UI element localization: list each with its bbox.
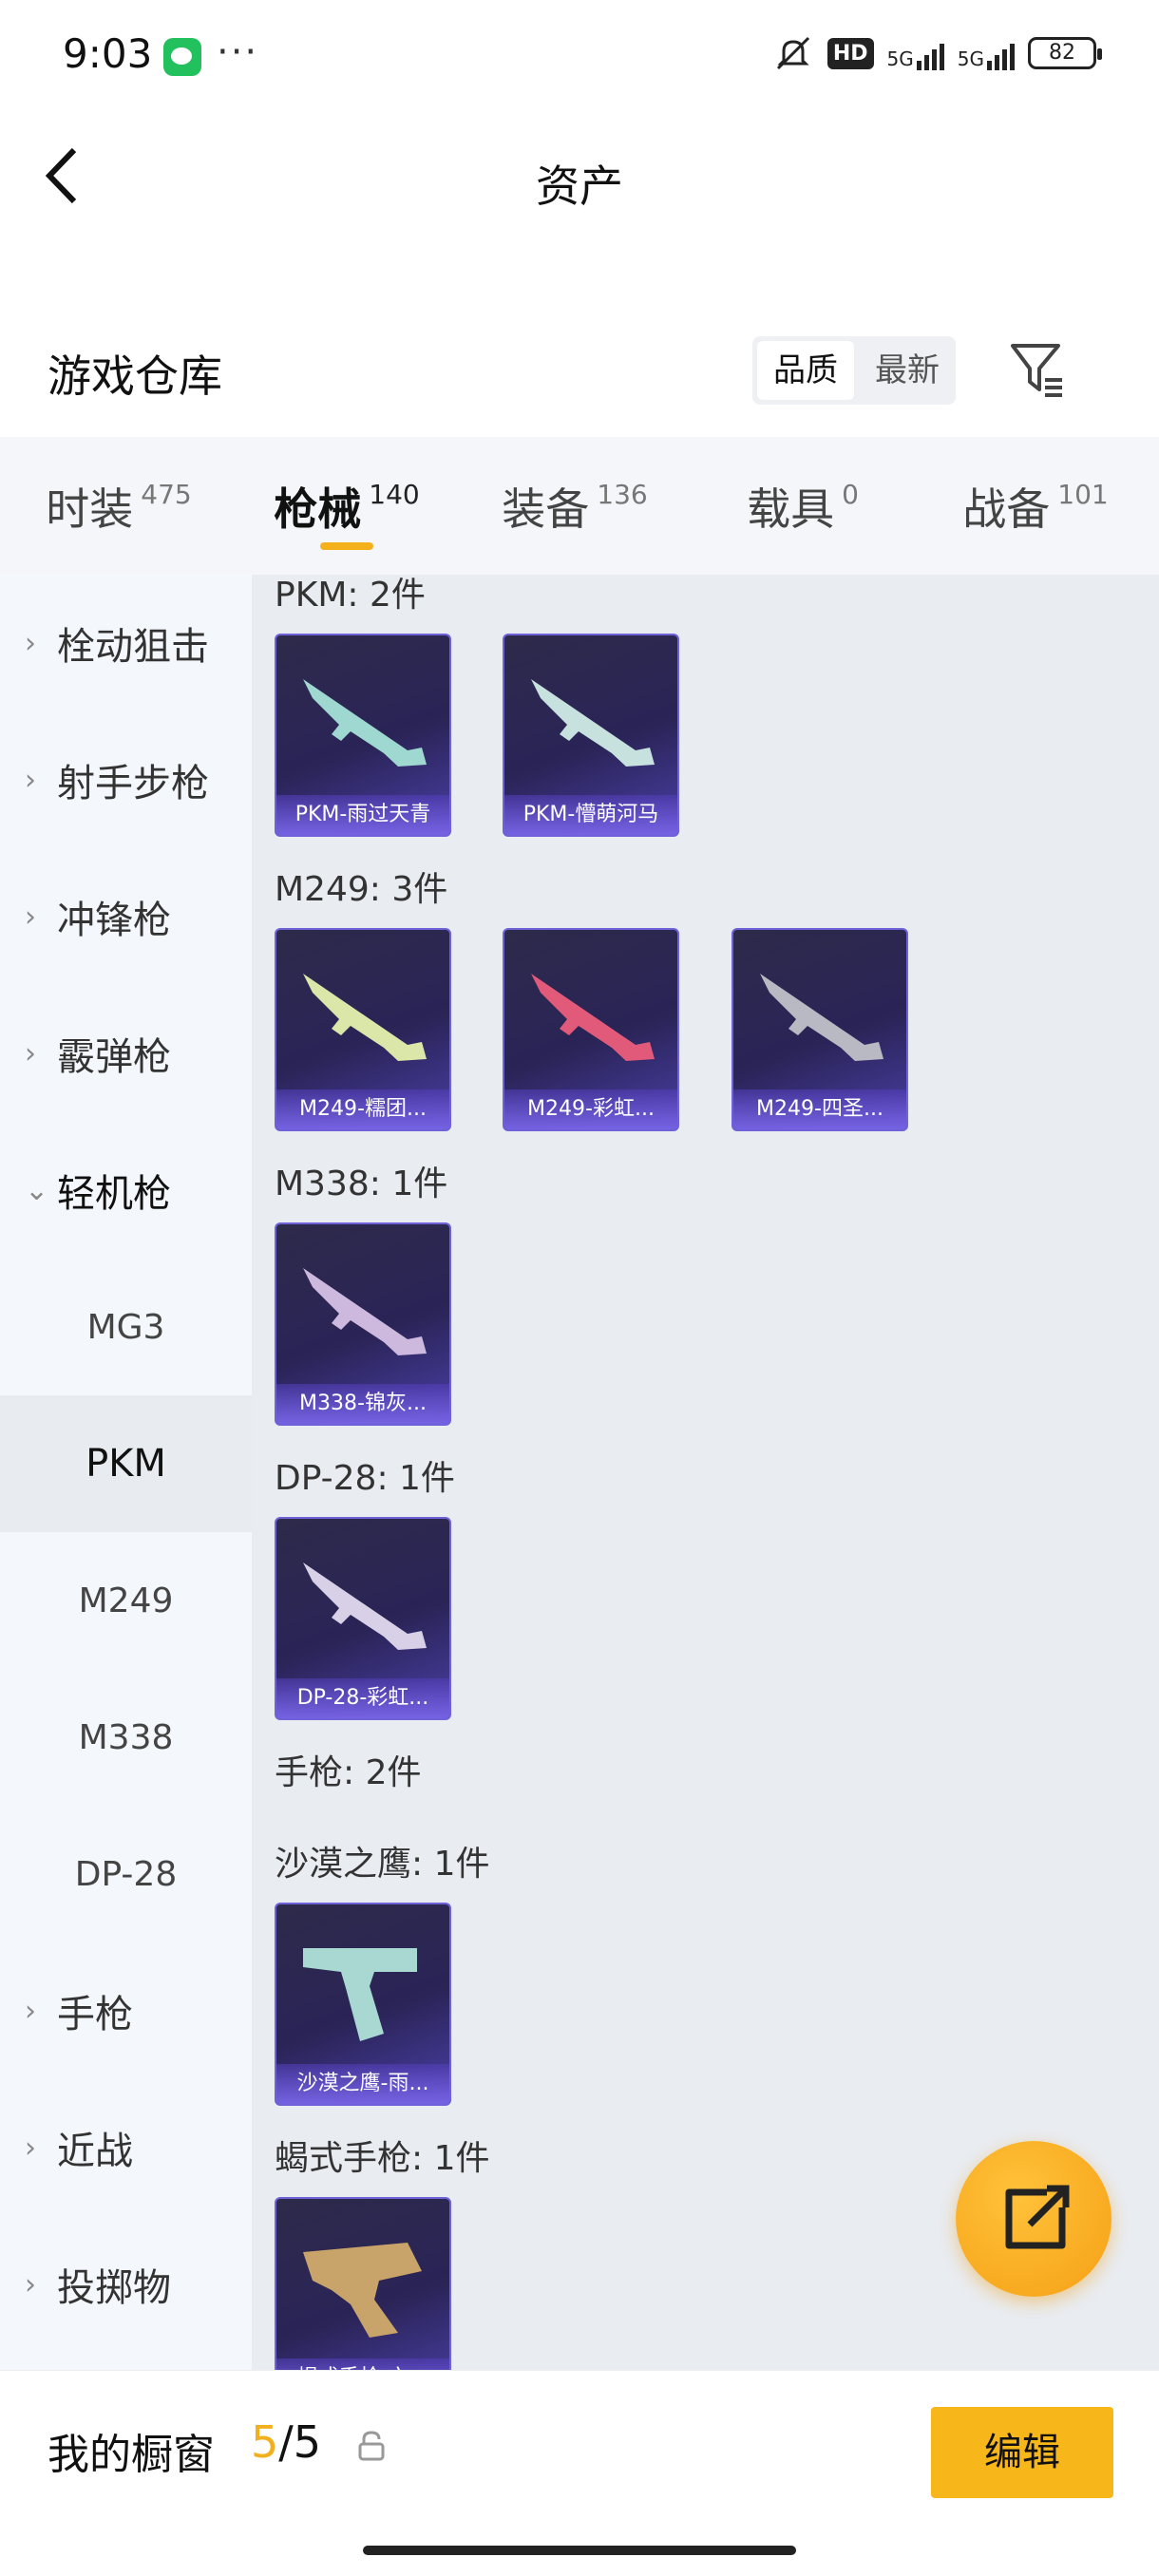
weapon-card[interactable]: M249-四圣... bbox=[732, 928, 908, 1131]
rifle-icon bbox=[303, 974, 427, 1061]
wechat-icon bbox=[163, 38, 201, 76]
section-label-m338: M338: 1件 bbox=[275, 1165, 448, 1203]
rifle-icon bbox=[531, 974, 655, 1061]
battery-icon: 82 bbox=[1028, 37, 1102, 69]
weapon-card[interactable]: M249-糯团... bbox=[275, 928, 451, 1131]
sidebar-item-smg[interactable]: › 冲锋枪 bbox=[0, 848, 252, 985]
sort-quality-button[interactable]: 品质 bbox=[757, 341, 854, 400]
mute-icon bbox=[772, 32, 814, 74]
section-label-desert-eagle: 沙漠之鹰: 1件 bbox=[275, 1845, 490, 1884]
lock-icon bbox=[357, 2430, 386, 2462]
rifle-icon bbox=[303, 1268, 427, 1355]
sidebar-subitem-dp28[interactable]: DP-28 bbox=[0, 1806, 252, 1942]
sidebar-item-bolt-action[interactable]: › 栓动狙击 bbox=[0, 575, 252, 711]
section-label-pkm: PKM: 2件 bbox=[275, 576, 426, 615]
weapon-card[interactable]: 沙漠之鹰-雨... bbox=[275, 1903, 451, 2106]
signal-icon-2: 5G bbox=[958, 36, 1015, 70]
chevron-right-icon: › bbox=[25, 900, 36, 934]
tab-supplies[interactable]: 战备 101 bbox=[912, 437, 1159, 575]
sidebar-subitem-m249[interactable]: M249 bbox=[0, 1532, 252, 1669]
weapon-card[interactable]: 蝎式手枪-六... bbox=[275, 2197, 451, 2370]
weapon-category-sidebar: › 栓动狙击 › 射手步枪 › 冲锋枪 › 霰弹枪 ⌄ 轻机枪 MG3 PKM M249 … bbox=[0, 575, 252, 2370]
sidebar-subitem-m338[interactable]: M338 bbox=[0, 1669, 252, 1806]
sidebar-item-pistol[interactable]: › 手枪 bbox=[0, 1942, 252, 2079]
showcase-count: 5/5 bbox=[251, 2416, 322, 2468]
weapon-card[interactable]: M338-锦灰... bbox=[275, 1222, 451, 1426]
warehouse-header: 游戏仓库 品质 最新 bbox=[0, 313, 1159, 427]
sort-newest-button[interactable]: 最新 bbox=[859, 336, 956, 405]
tab-firearms[interactable]: 枪械 140 bbox=[238, 437, 456, 575]
rifle-icon bbox=[760, 974, 884, 1061]
sidebar-item-marksman[interactable]: › 射手步枪 bbox=[0, 711, 252, 848]
sidebar-item-lmg[interactable]: ⌄ 轻机枪 bbox=[0, 1122, 252, 1259]
sidebar-subitem-mg3[interactable]: MG3 bbox=[0, 1259, 252, 1395]
chevron-down-icon: ⌄ bbox=[25, 1173, 49, 1207]
weapon-list[interactable]: PKM: 2件 PKM-雨过天青 PKM-懵萌河马 M249: 3件 M249-… bbox=[252, 575, 1159, 2370]
status-time: 9:03 bbox=[63, 30, 153, 77]
sidebar-item-melee[interactable]: › 近战 bbox=[0, 2079, 252, 2216]
showcase-label: 我的橱窗 bbox=[48, 2431, 215, 2479]
weapon-card[interactable]: PKM-懵萌河马 bbox=[503, 634, 679, 837]
app-header: 资产 bbox=[0, 114, 1159, 237]
weapon-card[interactable]: M249-彩虹... bbox=[503, 928, 679, 1131]
more-notifications-icon: ··· bbox=[217, 30, 259, 74]
external-link-icon bbox=[1005, 2185, 1070, 2249]
chevron-right-icon: › bbox=[25, 626, 36, 660]
edit-button[interactable]: 编辑 bbox=[931, 2407, 1113, 2498]
home-indicator[interactable] bbox=[363, 2546, 796, 2555]
sidebar-item-shotgun[interactable]: › 霰弹枪 bbox=[0, 985, 252, 1122]
section-label-skorpion: 蝎式手枪: 1件 bbox=[275, 2139, 490, 2178]
section-label-pistol: 手枪: 2件 bbox=[275, 1753, 422, 1792]
page-title: 资产 bbox=[536, 161, 623, 212]
chevron-right-icon: › bbox=[25, 2131, 36, 2165]
sidebar-item-throwables[interactable]: › 投掷物 bbox=[0, 2216, 252, 2353]
warehouse-title: 游戏仓库 bbox=[48, 350, 222, 402]
chevron-right-icon: › bbox=[25, 2267, 36, 2301]
rifle-icon bbox=[531, 679, 655, 767]
status-indicators: HD 5G 5G 82 bbox=[772, 32, 1102, 74]
chevron-right-icon: › bbox=[25, 1036, 36, 1070]
sidebar-subitem-pkm[interactable]: PKM bbox=[0, 1395, 252, 1532]
status-bar: 9:03 ··· HD 5G 5G 82 bbox=[0, 0, 1159, 114]
pistol-icon bbox=[303, 2243, 422, 2338]
tab-fashion[interactable]: 时装 475 bbox=[0, 437, 238, 575]
rifle-icon bbox=[303, 679, 427, 767]
hd-icon: HD bbox=[826, 37, 874, 69]
share-button[interactable] bbox=[956, 2141, 1112, 2297]
section-label-dp28: DP-28: 1件 bbox=[275, 1459, 455, 1498]
weapon-card[interactable]: PKM-雨过天青 bbox=[275, 634, 451, 837]
filter-button[interactable] bbox=[1007, 338, 1068, 399]
filter-icon bbox=[1011, 344, 1062, 397]
pistol-icon bbox=[303, 1948, 417, 2041]
tab-equipment[interactable]: 装备 136 bbox=[456, 437, 694, 575]
sort-toggle: 品质 最新 bbox=[752, 336, 956, 405]
chevron-right-icon: › bbox=[25, 763, 36, 797]
rifle-icon bbox=[303, 1563, 427, 1650]
weapon-card[interactable]: DP-28-彩虹... bbox=[275, 1517, 451, 1720]
signal-icon: 5G bbox=[887, 36, 944, 70]
category-tabs: 时装 475 枪械 140 装备 136 载具 0 战备 101 bbox=[0, 437, 1159, 575]
chevron-right-icon: › bbox=[25, 1994, 36, 2028]
tab-vehicles[interactable]: 载具 0 bbox=[694, 437, 912, 575]
section-label-m249: M249: 3件 bbox=[275, 870, 448, 909]
